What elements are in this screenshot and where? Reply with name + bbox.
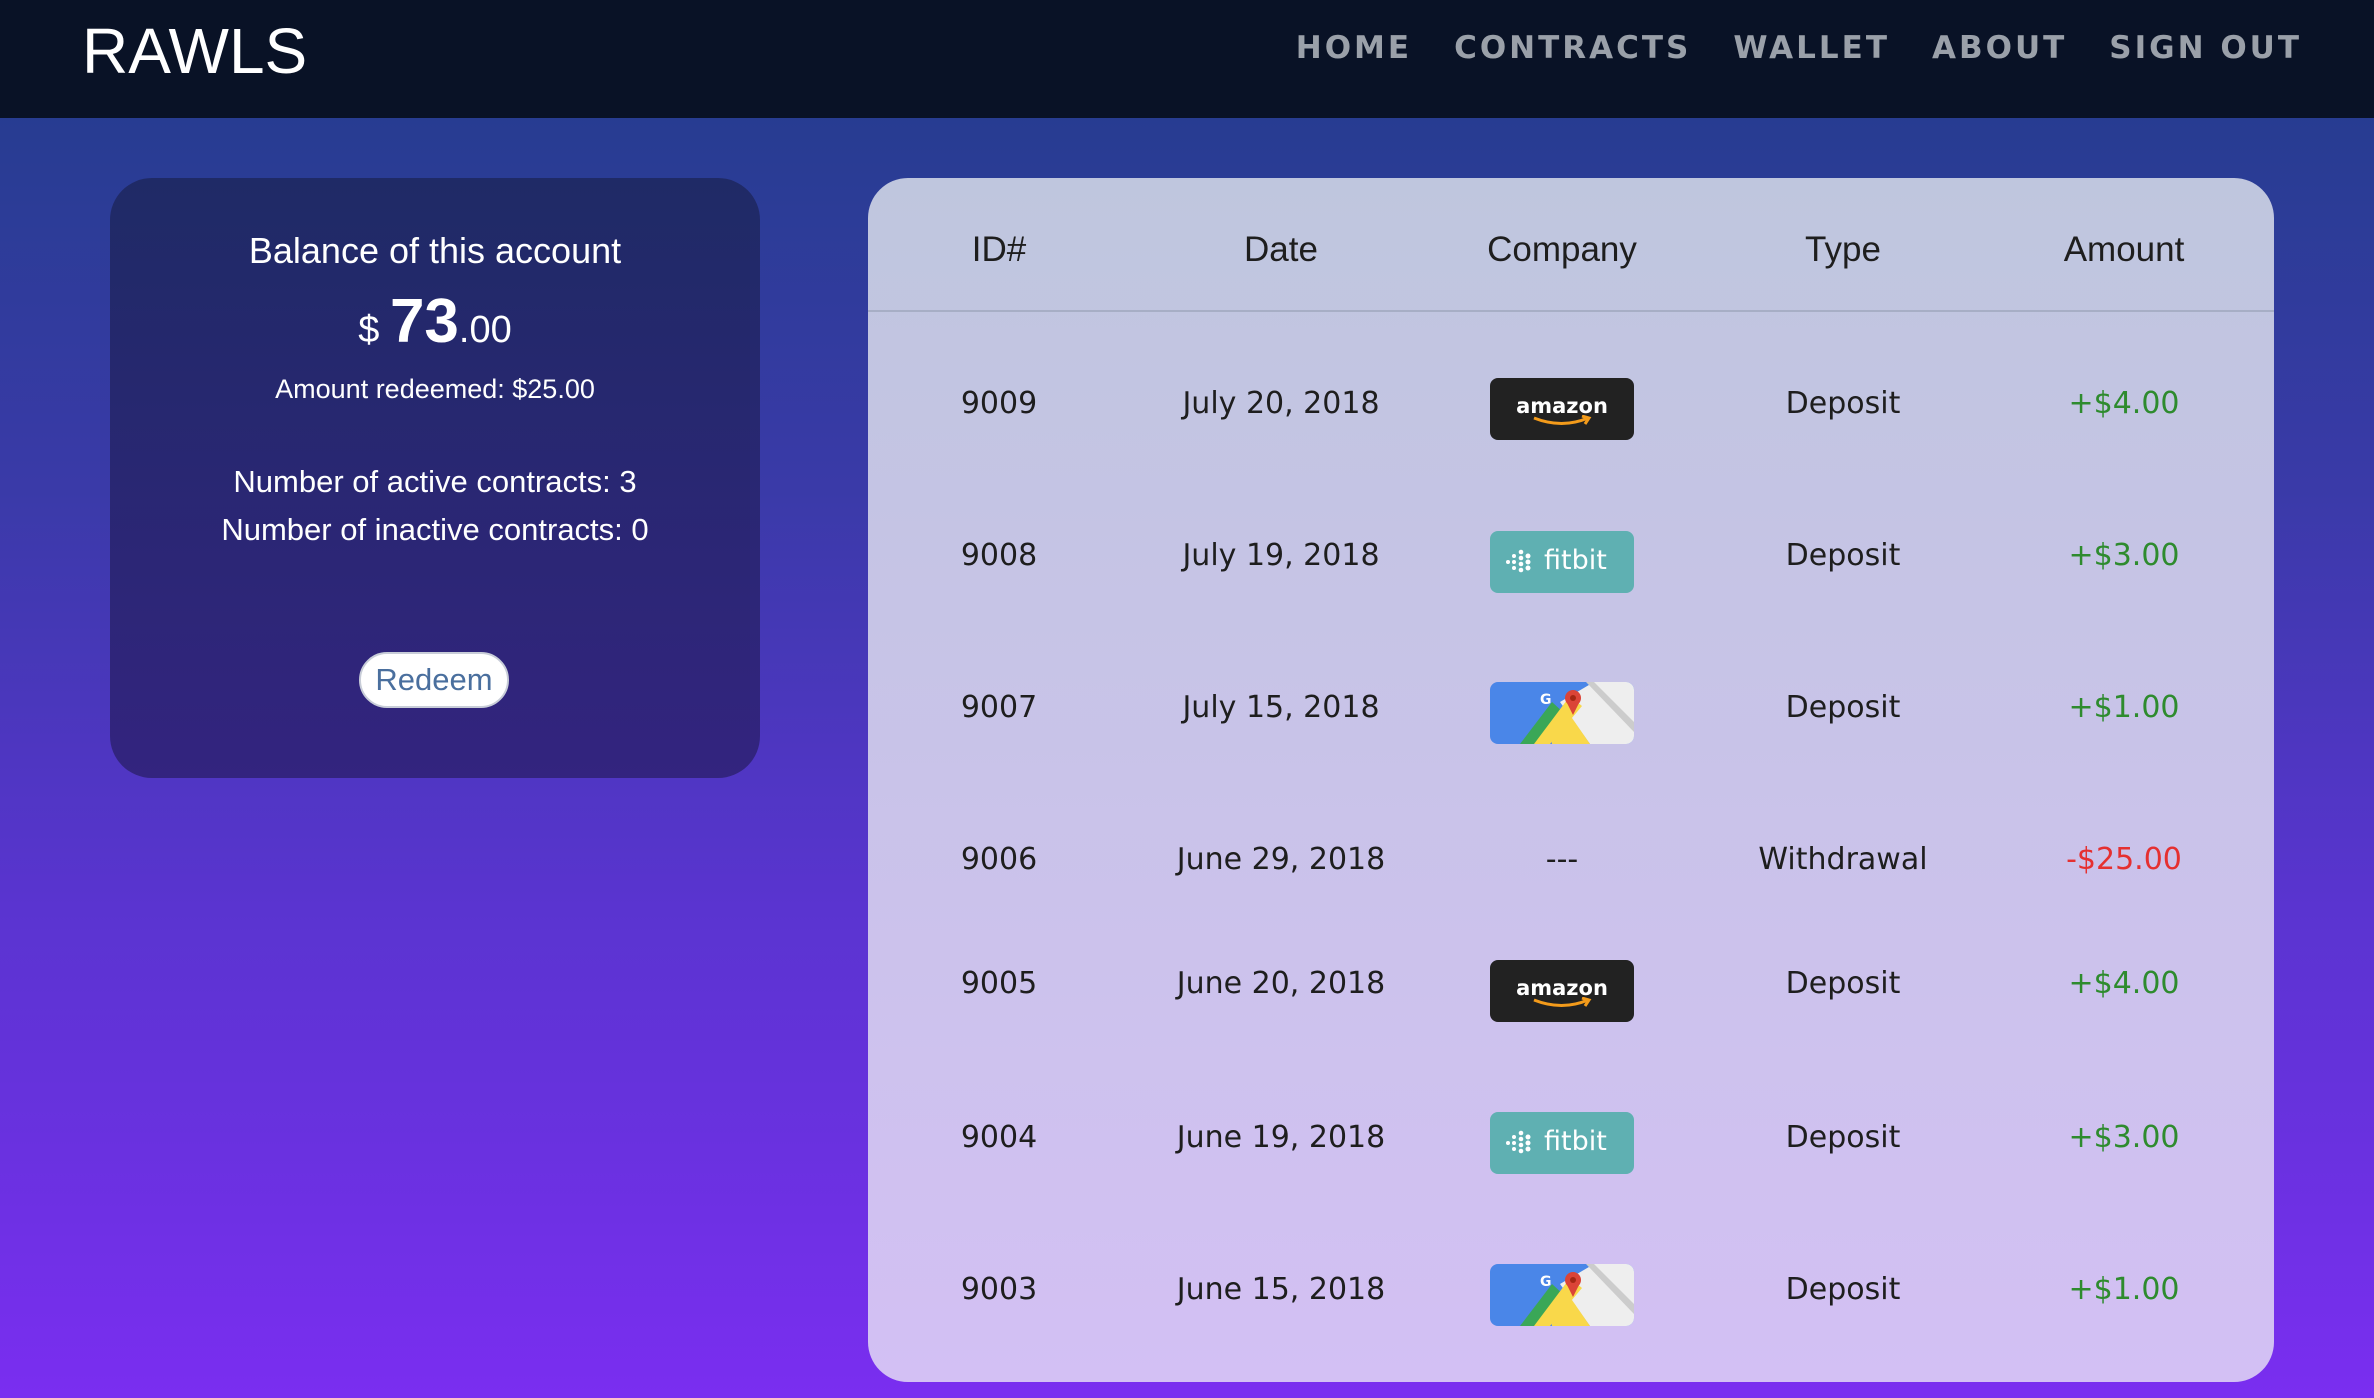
cell-date: July 15, 2018 <box>1182 690 1380 725</box>
amazon-logo-icon: amazon <box>1490 378 1634 440</box>
nav-home[interactable]: HOME <box>1296 30 1412 66</box>
svg-text:G: G <box>1540 692 1552 708</box>
cell-amount: +$1.00 <box>2068 690 2180 725</box>
cell-date: June 15, 2018 <box>1176 1272 1386 1307</box>
header-amount: Amount <box>2063 230 2185 269</box>
svg-text:G: G <box>1540 1274 1552 1290</box>
cell-id: 9008 <box>960 538 1038 573</box>
cell-date: July 20, 2018 <box>1182 386 1380 421</box>
top-navigation-bar: RAWLS HOME CONTRACTS WALLET ABOUT SIGN O… <box>0 0 2374 118</box>
balance-cents: .00 <box>458 309 512 351</box>
nav-sign-out[interactable]: SIGN OUT <box>2109 30 2302 66</box>
inactive-contracts-count: Number of inactive contracts: 0 <box>221 512 649 547</box>
cell-amount: +$1.00 <box>2068 1272 2180 1307</box>
cell-date: July 19, 2018 <box>1182 538 1380 573</box>
table-header: ID# Date Company Type Amount <box>868 178 2274 312</box>
cell-id: 9006 <box>960 842 1038 877</box>
active-contracts-count: Number of active contracts: 3 <box>233 464 637 499</box>
nav-about[interactable]: ABOUT <box>1932 30 2067 66</box>
table-row: 9004 June 19, 2018 fitbit Deposit +$3.00 <box>868 1112 2274 1200</box>
header-type: Type <box>1805 230 1881 269</box>
main-nav: HOME CONTRACTS WALLET ABOUT SIGN OUT <box>1296 30 2302 66</box>
cell-type: Deposit <box>1785 966 1901 1001</box>
cell-type: Deposit <box>1785 1272 1901 1307</box>
cell-id: 9007 <box>960 690 1038 725</box>
balance-card: Balance of this account $ 73.00 Amount r… <box>110 178 760 778</box>
cell-type: Deposit <box>1785 386 1901 421</box>
brand-logo[interactable]: RAWLS <box>82 14 307 88</box>
google-maps-logo-icon: G <box>1490 1264 1634 1326</box>
header-company: Company <box>1487 230 1637 269</box>
cell-amount: +$4.00 <box>2068 966 2180 1001</box>
header-id: ID# <box>971 230 1027 269</box>
cell-date: June 20, 2018 <box>1176 966 1386 1001</box>
cell-type: Withdrawal <box>1758 842 1928 877</box>
header-date: Date <box>1244 230 1318 269</box>
table-row: 9007 July 15, 2018 G Deposit +$1.00 <box>868 682 2274 770</box>
balance-title: Balance of this account <box>248 230 622 271</box>
cell-type: Deposit <box>1785 690 1901 725</box>
fitbit-logo-icon: fitbit <box>1490 531 1634 593</box>
table-row: 9003 June 15, 2018 G Deposit +$1.00 <box>868 1264 2274 1352</box>
cell-id: 9003 <box>960 1272 1038 1307</box>
cell-amount: +$3.00 <box>2068 538 2180 573</box>
cell-id: 9004 <box>960 1120 1038 1155</box>
table-row: 9005 June 20, 2018 amazon Deposit +$4.00 <box>868 960 2274 1046</box>
cell-type: Deposit <box>1785 1120 1901 1155</box>
cell-date: June 29, 2018 <box>1176 842 1386 877</box>
nav-wallet[interactable]: WALLET <box>1733 30 1890 66</box>
cell-id: 9009 <box>960 386 1038 421</box>
nav-contracts[interactable]: CONTRACTS <box>1454 30 1691 66</box>
currency-symbol: $ <box>358 309 380 351</box>
fitbit-logo-icon: fitbit <box>1490 1112 1634 1174</box>
balance-whole: 73 <box>389 287 459 356</box>
cell-date: June 19, 2018 <box>1176 1120 1386 1155</box>
redeem-button[interactable]: Redeem <box>359 652 509 708</box>
table-row: 9006 June 29, 2018 --- Withdrawal -$25.0… <box>868 842 2274 922</box>
balance-amount: $ 73.00 <box>110 286 760 357</box>
amount-redeemed: Amount redeemed: $25.00 <box>275 374 595 404</box>
table-row: 9009 July 20, 2018 amazon Deposit +$4.00 <box>868 378 2274 466</box>
amazon-logo-icon: amazon <box>1490 960 1634 1022</box>
table-row: 9008 July 19, 2018 fitbit Deposit +$3.00 <box>868 531 2274 618</box>
cell-amount: -$25.00 <box>2066 842 2182 877</box>
cell-amount: +$4.00 <box>2068 386 2180 421</box>
transactions-table: ID# Date Company Type Amount 9009 July 2… <box>868 178 2274 1382</box>
google-maps-logo-icon: G <box>1490 682 1634 744</box>
cell-type: Deposit <box>1785 538 1901 573</box>
cell-amount: +$3.00 <box>2068 1120 2180 1155</box>
cell-id: 9005 <box>960 966 1038 1001</box>
cell-company: --- <box>1545 842 1579 877</box>
